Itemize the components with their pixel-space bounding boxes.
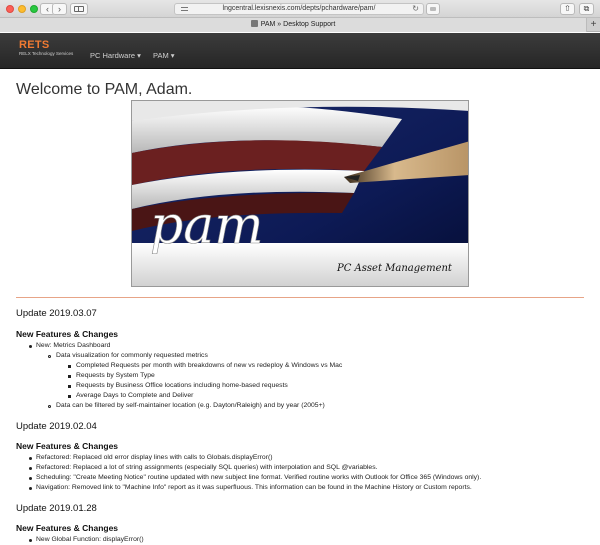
hero-caption: PC Asset Management [336, 263, 453, 274]
sidebar-toggle-button[interactable] [70, 3, 88, 15]
bullet-icon [29, 538, 32, 542]
browser-titlebar: ‹ › lngcentral.lexisnexis.com/depts/pcha… [0, 0, 600, 18]
site-navbar: RETS RELX Technology Services PC Hardwar… [0, 33, 600, 69]
bullet-icon [29, 486, 32, 490]
bullet-icon [29, 466, 32, 470]
bullet-icon [29, 344, 32, 348]
bullet-icon [29, 456, 32, 460]
tab-overview-icon: ⧉ [583, 4, 590, 13]
tab-bar: PAM » Desktop Support + [0, 18, 600, 32]
list-item: Requests by System Type [0, 371, 342, 381]
active-tab[interactable]: PAM » Desktop Support [0, 18, 586, 32]
main-content: Welcome to PAM, Adam. pam PC Asset Manag… [0, 69, 600, 545]
update-list: New Global Function: displayError() [0, 535, 144, 545]
section-heading: New Features & Changes [16, 523, 119, 533]
section-heading: New Features & Changes [16, 441, 119, 451]
close-window-button[interactable] [6, 5, 14, 13]
zoom-window-button[interactable] [30, 5, 38, 13]
address-text: lngcentral.lexisnexis.com/depts/pchardwa… [222, 5, 376, 12]
reload-icon[interactable]: ↻ [412, 4, 419, 14]
extension-icon [430, 7, 436, 11]
bullet-icon [68, 364, 71, 368]
list-item: New Global Function: displayError() [0, 535, 144, 545]
brand-name: RETS [19, 39, 50, 51]
list-item: Refactored: Replaced old error display l… [0, 453, 481, 463]
share-button[interactable]: ⇧ [560, 3, 575, 15]
section-heading: New Features & Changes [16, 329, 119, 339]
extension-button[interactable] [426, 3, 440, 15]
brand-logo[interactable]: RETS RELX Technology Services [19, 40, 73, 57]
list-item: Scheduling: "Create Meeting Notice" rout… [0, 473, 481, 483]
list-item: Completed Requests per month with breakd… [0, 361, 342, 371]
plus-icon: + [590, 19, 597, 30]
reader-lines-icon [181, 7, 188, 11]
tab-title: PAM » Desktop Support [260, 21, 336, 28]
bullet-icon [48, 354, 51, 358]
update-list: New: Metrics Dashboard Data visualizatio… [0, 341, 342, 411]
update-list: Refactored: Replaced old error display l… [0, 453, 481, 493]
list-item: Navigation: Removed link to "Machine Inf… [0, 483, 481, 493]
list-item: Data can be filtered by self-maintainer … [0, 401, 342, 411]
update-title: Update 2019.01.28 [16, 503, 97, 514]
bullet-icon [68, 394, 71, 398]
list-item: Requests by Business Office locations in… [0, 381, 342, 391]
address-bar[interactable]: lngcentral.lexisnexis.com/depts/pchardwa… [174, 3, 424, 15]
list-item: Refactored: Replaced a lot of string ass… [0, 463, 481, 473]
update-title: Update 2019.03.07 [16, 308, 97, 319]
favicon-icon [250, 20, 258, 27]
bullet-icon [68, 384, 71, 388]
bullet-icon [29, 476, 32, 480]
list-item: Average Days to Complete and Deliver [0, 391, 342, 401]
minimize-window-button[interactable] [18, 5, 26, 13]
share-icon: ⇧ [564, 4, 571, 13]
update-title: Update 2019.02.04 [16, 421, 97, 432]
list-item: New: Metrics Dashboard [0, 341, 342, 351]
hero-image: pam PC Asset Management [131, 100, 469, 287]
sidebar-icon [74, 6, 84, 12]
new-tab-button[interactable]: + [586, 18, 600, 32]
back-icon: ‹ [46, 4, 49, 14]
section-divider [16, 297, 584, 298]
bullet-icon [48, 404, 51, 408]
nav-pam[interactable]: PAM ▾ [153, 51, 175, 60]
bullet-icon [68, 374, 71, 378]
forward-button[interactable]: › [52, 3, 67, 15]
list-item: Data visualization for commonly requeste… [0, 351, 342, 361]
brand-subtitle: RELX Technology Services [19, 51, 74, 56]
hero-logo-text: pam [150, 196, 264, 256]
tab-overview-button[interactable]: ⧉ [579, 3, 594, 15]
page-title: Welcome to PAM, Adam. [16, 81, 193, 98]
nav-pc-hardware[interactable]: PC Hardware ▾ [90, 51, 141, 60]
forward-icon: › [58, 4, 61, 14]
